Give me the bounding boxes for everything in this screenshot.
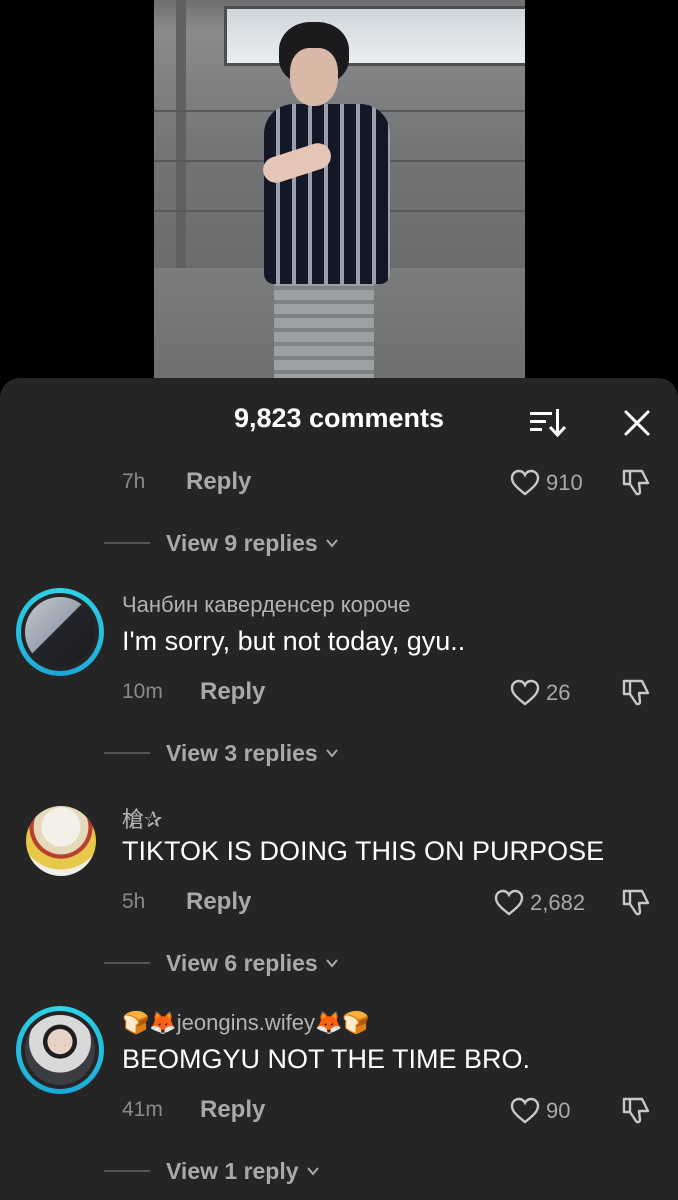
comment-username[interactable]: Чанбин каверденсер короче	[122, 592, 411, 618]
heart-icon	[510, 469, 540, 496]
video-wall-post	[176, 0, 186, 280]
reply-thread-line	[104, 542, 150, 544]
like-button[interactable]: 26	[510, 676, 570, 710]
comment-item: 槍✰ TIKTOK IS DOING THIS ON PURPOSE 5h Re…	[0, 798, 678, 998]
reply-button[interactable]: Reply	[186, 888, 251, 916]
view-replies-label: View 1 reply	[166, 1157, 299, 1184]
person-torso	[264, 104, 390, 284]
comment-text: BEOMGYU NOT THE TIME BRO.	[122, 1044, 531, 1074]
view-replies-button[interactable]: View 3 replies	[104, 738, 340, 768]
comments-sheet: 9,823 comments 7h Reply 910 View 9 repli…	[0, 378, 678, 1200]
comment-time: 41m	[122, 1098, 163, 1121]
chevron-down-icon	[325, 749, 338, 758]
close-icon[interactable]	[620, 406, 654, 440]
reply-button[interactable]: Reply	[186, 468, 251, 496]
video-window	[224, 6, 525, 66]
view-replies-label: View 6 replies	[166, 949, 318, 976]
sort-icon[interactable]	[528, 406, 568, 440]
comment-meta-row: 7h Reply 910	[0, 466, 678, 502]
comment-username[interactable]: 🍞🦊jeongins.wifey🦊🍞	[122, 1010, 370, 1036]
like-button[interactable]: 2,682	[494, 886, 585, 920]
view-replies-button[interactable]: View 6 replies	[104, 948, 340, 978]
view-replies-label: View 9 replies	[166, 529, 318, 556]
view-replies-button[interactable]: View 1 reply	[104, 1156, 321, 1186]
like-button[interactable]: 910	[510, 466, 583, 500]
avatar-image	[25, 597, 95, 667]
chevron-down-icon	[325, 959, 338, 968]
person-face	[290, 48, 338, 106]
reply-thread-line	[104, 962, 150, 964]
like-count: 910	[546, 470, 583, 495]
comment-meta-row: 5h Reply 2,682	[0, 886, 678, 922]
comment-time: 10m	[122, 680, 163, 703]
comment-meta-row: 41m Reply 90	[0, 1094, 678, 1130]
reply-thread-line	[104, 1170, 150, 1172]
person-legs	[274, 276, 374, 378]
dislike-icon[interactable]	[620, 466, 652, 498]
heart-icon	[510, 679, 540, 706]
comment-username[interactable]: 槍✰	[122, 802, 162, 834]
avatar[interactable]	[16, 588, 104, 676]
dislike-icon[interactable]	[620, 886, 652, 918]
chevron-down-icon	[306, 1167, 319, 1176]
comment-item: Чанбин каверденсер короче I'm sorry, but…	[0, 588, 678, 788]
comment-text: I'm sorry, but not today, gyu..	[122, 626, 466, 656]
avatar[interactable]	[26, 806, 96, 876]
like-button[interactable]: 90	[510, 1094, 570, 1128]
view-replies-button[interactable]: View 9 replies	[104, 528, 340, 558]
like-count: 90	[546, 1098, 571, 1123]
comments-header: 9,823 comments	[0, 378, 678, 464]
like-count: 26	[546, 680, 571, 705]
avatar[interactable]	[16, 1006, 104, 1094]
comment-meta-row: 10m Reply 26	[0, 676, 678, 712]
heart-icon	[494, 889, 524, 916]
dislike-icon[interactable]	[620, 676, 652, 708]
like-count: 2,682	[530, 890, 586, 915]
reply-button[interactable]: Reply	[200, 678, 265, 706]
chevron-down-icon	[325, 539, 338, 548]
reply-thread-line	[104, 752, 150, 754]
comment-time: 7h	[122, 470, 146, 493]
reply-button[interactable]: Reply	[200, 1096, 265, 1124]
view-replies-label: View 3 replies	[166, 739, 318, 766]
dislike-icon[interactable]	[620, 1094, 652, 1126]
video-player[interactable]	[154, 0, 525, 378]
comments-count-title: 9,823 comments	[233, 403, 445, 433]
comment-time: 5h	[122, 890, 146, 913]
comment-text: TIKTOK IS DOING THIS ON PURPOSE	[122, 836, 605, 866]
avatar-image	[25, 1015, 95, 1085]
heart-icon	[510, 1097, 540, 1124]
comment-item: 🍞🦊jeongins.wifey🦊🍞 BEOMGYU NOT THE TIME …	[0, 1006, 678, 1200]
